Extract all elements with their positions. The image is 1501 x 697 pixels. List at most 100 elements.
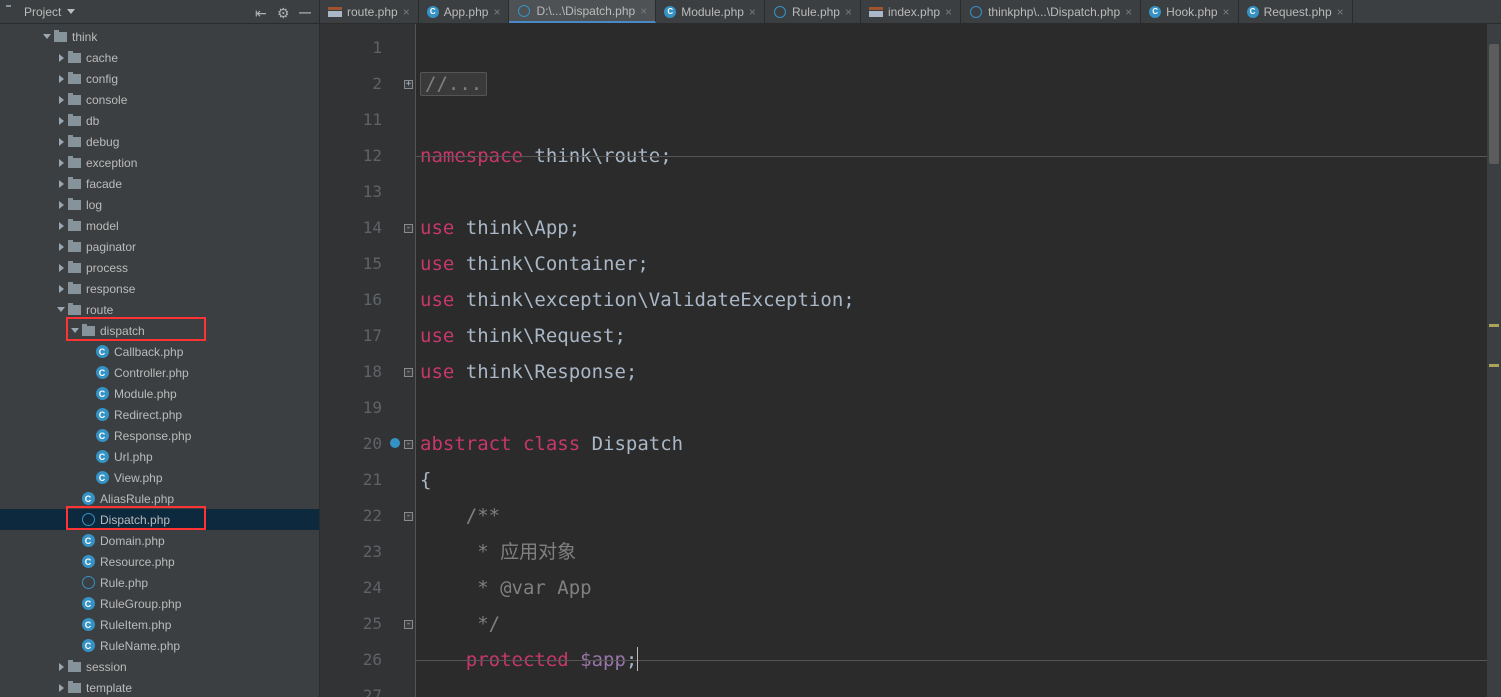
fold-collapse-icon[interactable]: -	[404, 512, 413, 521]
close-icon[interactable]: ×	[640, 4, 647, 18]
php-class-icon: C	[80, 597, 96, 611]
tree-file[interactable]: CResponse.php	[0, 425, 319, 446]
fold-collapse-icon[interactable]: -	[404, 620, 413, 629]
tree-arrow-icon[interactable]	[70, 328, 80, 333]
minimize-icon[interactable]	[299, 5, 313, 19]
fold-cell: -	[402, 210, 415, 246]
tree-arrow-icon[interactable]	[56, 96, 66, 104]
tab-label: D:\...\Dispatch.php	[536, 4, 635, 18]
project-tree[interactable]: thinkcacheconfigconsoledbdebugexceptionf…	[0, 24, 320, 697]
tree-file[interactable]: CCallback.php	[0, 341, 319, 362]
tree-file[interactable]: CUrl.php	[0, 446, 319, 467]
tree-file[interactable]: CView.php	[0, 467, 319, 488]
close-icon[interactable]: ×	[1337, 5, 1344, 19]
code-line: * @var App	[420, 570, 1487, 606]
fold-expand-icon[interactable]: +	[404, 80, 413, 89]
tree-arrow-icon[interactable]	[56, 663, 66, 671]
tree-arrow-icon[interactable]	[56, 222, 66, 230]
tree-file[interactable]: CController.php	[0, 362, 319, 383]
tree-folder[interactable]: think	[0, 26, 319, 47]
close-icon[interactable]: ×	[403, 5, 410, 19]
tree-folder[interactable]: template	[0, 677, 319, 697]
tree-folder[interactable]: cache	[0, 47, 319, 68]
collapse-icon[interactable]	[255, 5, 269, 19]
tree-folder[interactable]: route	[0, 299, 319, 320]
folder-icon	[80, 324, 96, 338]
close-icon[interactable]: ×	[845, 5, 852, 19]
tree-folder[interactable]: db	[0, 110, 319, 131]
tree-arrow-icon[interactable]	[56, 684, 66, 692]
scrollbar-warning-mark	[1489, 324, 1499, 327]
fold-collapse-icon[interactable]: -	[404, 224, 413, 233]
folder-icon	[66, 219, 82, 233]
tree-folder[interactable]: process	[0, 257, 319, 278]
editor-tab[interactable]: Rule.php×	[765, 0, 861, 23]
tree-arrow-icon[interactable]	[56, 201, 66, 209]
gear-icon[interactable]	[277, 5, 291, 19]
editor: 121112131415161718192021222324252627 +--…	[320, 24, 1501, 697]
close-icon[interactable]: ×	[493, 5, 500, 19]
tree-arrow-icon[interactable]	[56, 243, 66, 251]
tree-arrow-icon[interactable]	[56, 117, 66, 125]
scrollbar-thumb[interactable]	[1489, 44, 1499, 164]
tree-file[interactable]: C Domain.php	[0, 530, 319, 551]
tree-file[interactable]: CRuleName.php	[0, 635, 319, 656]
tree-folder[interactable]: exception	[0, 152, 319, 173]
close-icon[interactable]: ×	[1223, 5, 1230, 19]
line-number: 26	[320, 642, 402, 678]
tree-folder[interactable]: facade	[0, 173, 319, 194]
tree-folder[interactable]: response	[0, 278, 319, 299]
code-area[interactable]: //...namespace think\route;use think\App…	[416, 24, 1487, 697]
tree-label: Domain.php	[100, 534, 165, 548]
close-icon[interactable]: ×	[945, 5, 952, 19]
tree-arrow-icon[interactable]	[56, 307, 66, 312]
line-number: 22	[320, 498, 402, 534]
editor-tab[interactable]: CModule.php×	[656, 0, 765, 23]
tree-label: Resource.php	[100, 555, 175, 569]
tree-folder[interactable]: dispatch	[0, 320, 319, 341]
tree-arrow-icon[interactable]	[56, 138, 66, 146]
tree-folder[interactable]: debug	[0, 131, 319, 152]
fold-collapse-icon[interactable]: -	[404, 368, 413, 377]
close-icon[interactable]: ×	[1125, 5, 1132, 19]
tree-file[interactable]: CRuleGroup.php	[0, 593, 319, 614]
tree-file[interactable]: CModule.php	[0, 383, 319, 404]
tree-arrow-icon[interactable]	[56, 285, 66, 293]
tree-arrow-icon[interactable]	[56, 75, 66, 83]
tree-folder[interactable]: session	[0, 656, 319, 677]
tree-arrow-icon[interactable]	[56, 159, 66, 167]
editor-tab[interactable]: CRequest.php×	[1239, 0, 1353, 23]
php-i-icon	[517, 4, 531, 18]
php-class-icon: C	[80, 492, 96, 506]
tree-folder[interactable]: config	[0, 68, 319, 89]
code-line	[420, 390, 1487, 426]
tree-file[interactable]: Rule.php	[0, 572, 319, 593]
editor-scrollbar-vertical[interactable]	[1487, 24, 1501, 697]
tree-folder[interactable]: model	[0, 215, 319, 236]
tree-arrow-icon[interactable]	[56, 54, 66, 62]
editor-tab[interactable]: index.php×	[861, 0, 961, 23]
tree-file[interactable]: C Resource.php	[0, 551, 319, 572]
tree-label: model	[86, 219, 119, 233]
php-c-icon: C	[664, 6, 676, 18]
tree-arrow-icon[interactable]	[56, 180, 66, 188]
tree-folder[interactable]: console	[0, 89, 319, 110]
tree-file[interactable]: CAliasRule.php	[0, 488, 319, 509]
project-dropdown[interactable]: Project	[6, 5, 251, 19]
fold-collapse-icon[interactable]: -	[404, 440, 413, 449]
tree-arrow-icon[interactable]	[42, 34, 52, 39]
tree-file[interactable]: Dispatch.php	[0, 509, 319, 530]
editor-tab[interactable]: route.php×	[320, 0, 419, 23]
close-icon[interactable]: ×	[749, 5, 756, 19]
tree-file[interactable]: CRuleItem.php	[0, 614, 319, 635]
php-class-icon: C	[80, 534, 96, 548]
tree-folder[interactable]: paginator	[0, 236, 319, 257]
php-class-icon: C	[80, 555, 96, 569]
tree-arrow-icon[interactable]	[56, 264, 66, 272]
tree-file[interactable]: CRedirect.php	[0, 404, 319, 425]
tree-folder[interactable]: log	[0, 194, 319, 215]
editor-tab[interactable]: thinkphp\...\Dispatch.php×	[961, 0, 1141, 23]
editor-tab[interactable]: CApp.php×	[419, 0, 510, 23]
editor-tab[interactable]: D:\...\Dispatch.php ×	[509, 0, 656, 23]
editor-tab[interactable]: CHook.php×	[1141, 0, 1238, 23]
